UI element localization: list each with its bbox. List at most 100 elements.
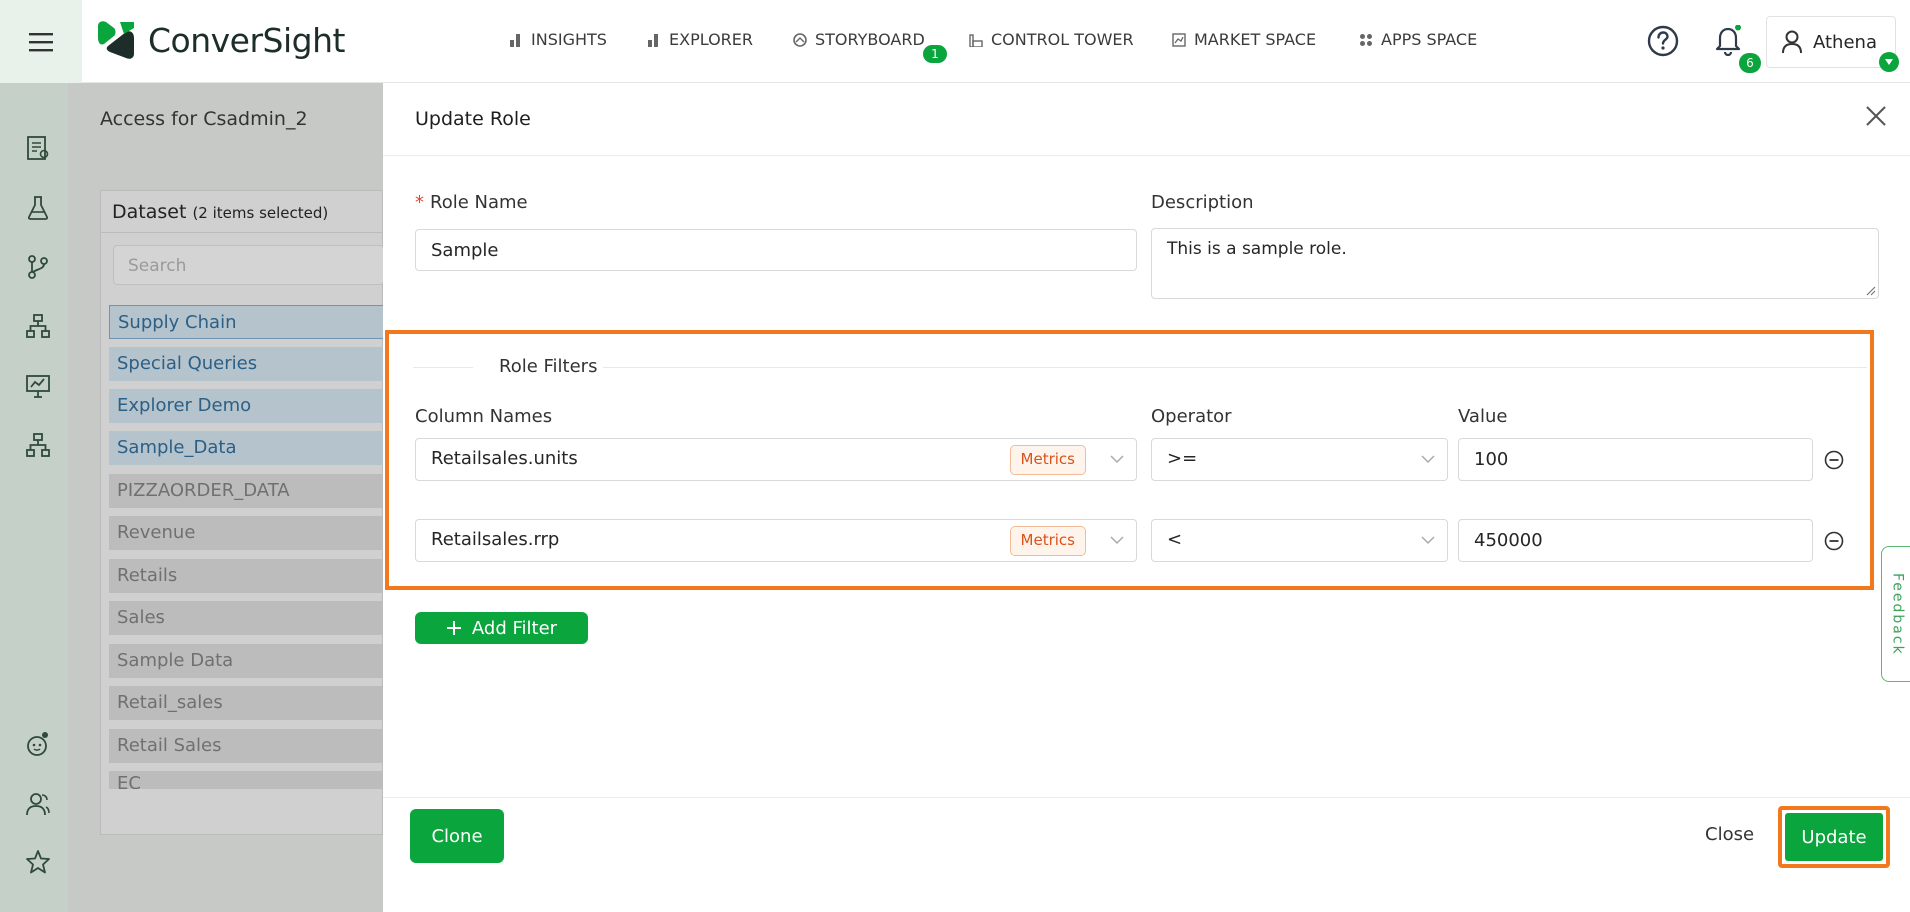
operator-select[interactable]: >= [1151,438,1448,481]
nav-market-space[interactable]: MARKET SPACE [1172,30,1316,49]
nav-label: INSIGHTS [531,30,607,49]
report-icon[interactable] [25,135,51,161]
value-input[interactable]: 450000 [1458,519,1813,562]
nav-label: STORYBOARD [815,30,925,49]
operator-select[interactable]: < [1151,519,1448,562]
user-menu-toggle[interactable] [1879,52,1899,72]
column-select[interactable]: Retailsales.units Metrics [415,438,1137,481]
role-name-label-text: Role Name [430,192,528,213]
close-drawer-button[interactable] [1865,105,1887,127]
nav-storyboard[interactable]: STORYBOARD [793,30,925,49]
dataset-label: Dataset [112,201,187,223]
footer-divider [383,797,1910,798]
resize-handle-icon[interactable] [1866,286,1876,296]
dataset-search-input[interactable]: Search [113,245,384,285]
question-icon [1647,25,1679,57]
background-page-title: Access for Csadmin_2 [100,108,308,130]
user-icon [1782,30,1802,54]
metrics-tag: Metrics [1009,445,1086,475]
update-button[interactable]: Update [1785,813,1883,861]
header-divider [383,155,1910,156]
notifications-badge: 6 [1739,53,1761,73]
hierarchy-icon[interactable] [25,313,51,339]
remove-filter-icon[interactable] [1824,531,1844,551]
required-marker: * [415,192,424,213]
nav-apps-space[interactable]: APPS SPACE [1359,30,1477,49]
divider [603,367,1867,368]
caret-down-icon [1885,59,1893,65]
dataset-item[interactable]: Supply Chain [109,305,384,339]
nav-label: APPS SPACE [1381,30,1478,49]
column-select[interactable]: Retailsales.rrp Metrics [415,519,1137,562]
dataset-item[interactable]: Sample_Data [109,431,384,465]
dataset-item[interactable]: Sample Data [109,644,384,678]
dataset-item[interactable]: Retails [109,559,384,593]
remove-filter-icon[interactable] [1824,450,1844,470]
feedback-tab[interactable]: Feedback [1881,546,1910,682]
presentation-icon[interactable] [25,373,51,399]
dataset-item[interactable]: EC [109,771,384,789]
dataset-item[interactable]: Retail Sales [109,729,384,763]
dataset-item[interactable]: Revenue [109,516,384,550]
bar-chart-icon [510,33,520,47]
dataset-item[interactable]: Retail_sales [109,686,384,720]
control-tower-icon [969,33,983,47]
divider [413,367,473,368]
hamburger-menu-button[interactable] [0,0,82,83]
storyboard-icon [793,32,807,47]
nav-explorer[interactable]: EXPLORER [647,30,753,49]
role-name-input[interactable]: Sample [415,229,1137,271]
add-filter-button[interactable]: Add Filter [415,612,588,644]
add-filter-label: Add Filter [471,617,558,639]
plus-icon [446,621,461,635]
feedback-label: Feedback [1889,572,1906,656]
market-space-icon [1172,32,1186,47]
notifications-button[interactable] [1713,25,1743,57]
dataset-item[interactable]: PIZZAORDER_DATA [109,474,384,508]
apps-grid-icon [1360,33,1372,46]
chevron-down-icon [1421,455,1435,464]
dataset-item[interactable]: Explorer Demo [109,389,384,423]
nav-label: MARKET SPACE [1194,30,1317,49]
flask-icon[interactable] [25,195,51,221]
update-role-drawer: Update Role * Role Name Sample Descriptio… [383,83,1910,912]
user-menu[interactable]: Athena [1766,16,1896,68]
hierarchy-icon[interactable] [25,432,51,458]
nav-label: EXPLORER [669,30,753,49]
description-value: This is a sample role. [1167,239,1347,259]
clone-button[interactable]: Clone [410,809,504,863]
dataset-item[interactable]: Sales [109,601,384,635]
dataset-card-header: Dataset (2 items selected) [101,191,384,233]
brand-logo[interactable]: ConverSight [94,18,345,62]
storyboard-badge: 1 [923,45,947,63]
branch-icon[interactable] [25,254,51,280]
dataset-card: Dataset (2 items selected) Search Supply… [100,190,384,835]
column-names-header: Column Names [415,406,553,427]
nav-control-tower[interactable]: CONTROL TOWER [969,30,1134,49]
bar-chart-icon [648,33,658,47]
chevron-down-icon [1110,536,1124,545]
description-label: Description [1151,192,1254,213]
chevron-down-icon [1110,455,1124,464]
close-button[interactable]: Close [1705,824,1754,845]
nav-insights[interactable]: INSIGHTS [509,30,607,49]
dataset-item[interactable]: Special Queries [109,347,384,381]
chevron-down-icon [1421,536,1435,545]
drawer-title: Update Role [415,108,531,130]
hamburger-icon [29,32,53,51]
description-textarea[interactable]: This is a sample role. [1151,228,1879,299]
value-input[interactable]: 100 [1458,438,1813,481]
operator-value: < [1167,529,1183,550]
metrics-tag: Metrics [1009,526,1086,556]
operator-header: Operator [1151,406,1232,427]
column-value: Retailsales.units [431,448,578,469]
user-name: Athena [1813,31,1877,53]
role-filters-title: Role Filters [499,356,598,377]
help-button[interactable] [1647,25,1679,57]
bell-icon [1715,25,1741,57]
bot-icon[interactable] [25,731,51,757]
star-icon[interactable] [25,849,51,875]
user-group-icon[interactable] [25,791,51,817]
update-button-highlight: Update [1778,806,1890,868]
nav-label: CONTROL TOWER [991,30,1134,49]
